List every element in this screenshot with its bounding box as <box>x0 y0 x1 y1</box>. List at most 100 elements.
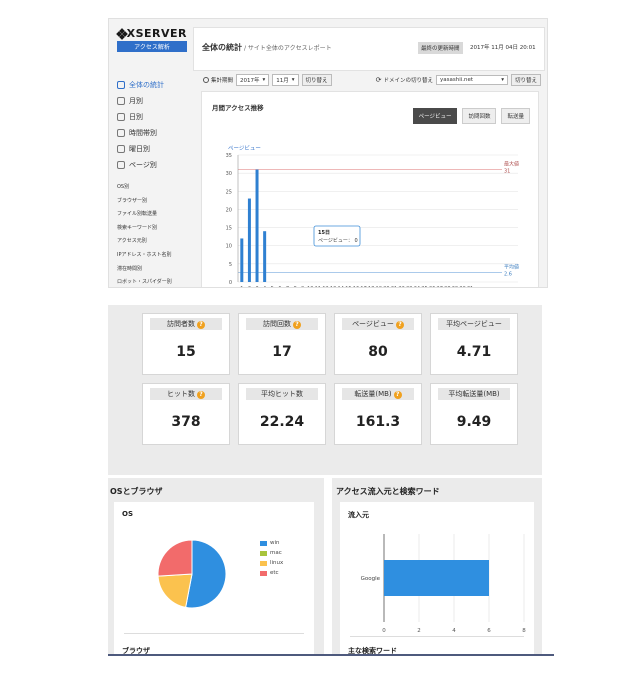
month-select-value: 11月 <box>276 78 289 84</box>
legend-item: linux <box>260 558 283 568</box>
x-tick-label: 20 <box>383 286 389 288</box>
period-switch-button[interactable]: 切り替え <box>301 74 332 86</box>
sidebar-item-label: 全体の統計 <box>129 81 164 89</box>
stat-value: 378 <box>171 414 201 430</box>
xserver-logo[interactable]: XSERVER アクセス解析 <box>116 27 187 52</box>
sidebar: 全体の統計月別日別時間帯別 曜日別ページ別 OS別 ブラウザー別 ファイル別転送量 検索… <box>117 77 193 287</box>
x-tick-label: 7 <box>286 286 289 288</box>
monthly-access-chart-card: 月間アクセス推移 ページビュー 訪問回数 転送量 ページビュー 0 5 10 15 20 25 3… <box>201 91 539 288</box>
stat-card: ページビュー? 80 <box>334 313 422 375</box>
sidebar-subitem[interactable]: IPアドレス・ホスト名別 <box>117 249 193 263</box>
os-browser-section-title: OSとブラウザ <box>110 487 163 496</box>
sidebar-subitem[interactable]: 滞在時間別 <box>117 263 193 277</box>
legend-swatch <box>260 560 267 566</box>
x-tick-label: 25 <box>421 286 427 288</box>
x-tick-label: 4 <box>263 286 266 288</box>
os-legend: win mac linux etc <box>260 538 283 578</box>
os-pie-chart <box>157 539 227 609</box>
x-tick-label: 28 <box>444 286 450 288</box>
sidebar-item[interactable]: ページ別 <box>117 157 193 173</box>
y-tick-label: 35 <box>226 153 232 159</box>
x-tick-label: 0 <box>382 628 386 634</box>
stat-label-text: 転送量(MB) <box>354 390 392 398</box>
monthly-bar-chart: ページビュー05101520253035最大値31平均値2.61 2 3 4 5 6 7 8 9… <box>226 144 519 288</box>
x-tick-label: 24 <box>414 286 420 288</box>
stat-label-text: ヒット数 <box>167 390 195 398</box>
legend-item: etc <box>260 568 283 578</box>
stat-value: 4.71 <box>456 344 492 360</box>
pie-slice-linux[interactable] <box>157 573 193 608</box>
legend-swatch <box>260 540 267 546</box>
sidebar-item[interactable]: 日別 <box>117 109 193 125</box>
y-tick-label: 5 <box>229 262 232 268</box>
chevron-down-icon: ▾ <box>262 77 266 83</box>
sidebar-item-label: 日別 <box>129 113 143 121</box>
filter-row: 集計期間 2017年 ▾ 11月 ▾ 切り替え ⟳ ドメインの切り替え yasash… <box>193 71 545 89</box>
bar[interactable] <box>240 238 244 282</box>
avg-label: 平均値 <box>504 264 519 271</box>
clock-icon <box>117 129 125 137</box>
x-tick-label: 30 <box>459 286 465 288</box>
sidebar-subitem[interactable]: ブラウザー別 <box>117 195 193 209</box>
x-tick-label: 8 <box>294 286 297 288</box>
legend-label: linux <box>270 560 284 566</box>
analytics-dashboard-screenshot: XSERVER アクセス解析 全体の統計 / サイト全体のアクセスレポート 最終の… <box>108 18 548 288</box>
summary-stats-panel: 訪問者数? 15 訪問回数? 17 ページビュー? 80 平均ページビュー 4.71 ヒット数?… <box>108 305 542 475</box>
domain-switch-button[interactable]: 切り替え <box>510 74 541 86</box>
bar-chart-icon <box>117 81 125 89</box>
divider <box>350 636 524 637</box>
stat-value: 22.24 <box>259 414 305 430</box>
x-tick-label: 31 <box>467 286 473 288</box>
domain-select[interactable]: yasashii.net ▾ <box>435 75 508 85</box>
last-update-time: 2017年 11月 04日 20:01 <box>470 45 536 51</box>
stat-card: 転送量(MB)? 161.3 <box>334 383 422 445</box>
stat-label-text: 訪問回数 <box>263 320 291 328</box>
trend-icon <box>117 113 125 121</box>
sidebar-item[interactable]: 全体の統計 <box>117 77 193 93</box>
calendar-icon <box>117 145 125 153</box>
sidebar-subitem[interactable]: ロボット・スパイダー別 <box>117 276 193 287</box>
help-icon[interactable]: ? <box>393 391 402 399</box>
help-icon[interactable]: ? <box>293 321 301 329</box>
pie-slice-etc[interactable] <box>157 539 193 577</box>
legend-label: win <box>270 540 280 546</box>
help-icon[interactable]: ? <box>395 321 404 329</box>
stat-card: 平均転送量(MB) 9.49 <box>430 383 518 445</box>
y-tick-label: 25 <box>226 189 232 195</box>
help-icon[interactable]: ? <box>197 321 205 329</box>
stat-card: 訪問者数? 15 <box>142 313 230 375</box>
help-icon[interactable]: ? <box>197 391 205 399</box>
sidebar-item-label: ページ別 <box>129 161 157 169</box>
sidebar-item[interactable]: 曜日別 <box>117 141 193 157</box>
traffic-source-bar-chart: 0 2 4 6 8 Google <box>361 534 526 634</box>
bar[interactable] <box>255 169 259 282</box>
sidebar-subitem[interactable]: OS別 <box>117 181 193 195</box>
year-select[interactable]: 2017年 ▾ <box>236 74 270 86</box>
bar[interactable] <box>247 198 251 282</box>
search-icon <box>203 77 209 83</box>
stat-label-text: 平均ページビュー <box>446 320 502 328</box>
page-header: 全体の統計 / サイト全体のアクセスレポート 最終の更新時間 2017年 11月 … <box>193 27 545 71</box>
y-tick-label: 10 <box>226 244 232 250</box>
legend-swatch <box>260 550 267 556</box>
legend-label: etc <box>270 570 279 576</box>
stat-label: ヒット数? <box>150 388 222 400</box>
x-tick-label: 5 <box>271 286 274 288</box>
bar[interactable] <box>263 231 267 282</box>
sidebar-subitem[interactable]: 検索キーワード別 <box>117 222 193 236</box>
x-tick-label: 16 <box>353 286 359 288</box>
x-tick-label: 8 <box>522 628 526 634</box>
x-tick-label: 14 <box>338 286 344 288</box>
chevron-down-icon: ▾ <box>501 77 504 83</box>
x-tick-label: 6 <box>278 286 281 288</box>
stat-value: 161.3 <box>355 414 401 430</box>
y-tick-label: 30 <box>226 171 232 177</box>
sidebar-subitem[interactable]: アクセス元別 <box>117 235 193 249</box>
bar[interactable] <box>384 560 489 596</box>
sidebar-item[interactable]: 時間帯別 <box>117 125 193 141</box>
divider <box>124 633 304 634</box>
sidebar-subitem[interactable]: ファイル別転送量 <box>117 208 193 222</box>
month-select[interactable]: 11月 ▾ <box>272 74 299 86</box>
sidebar-item[interactable]: 月別 <box>117 93 193 109</box>
x-tick-label: 9 <box>301 286 304 288</box>
